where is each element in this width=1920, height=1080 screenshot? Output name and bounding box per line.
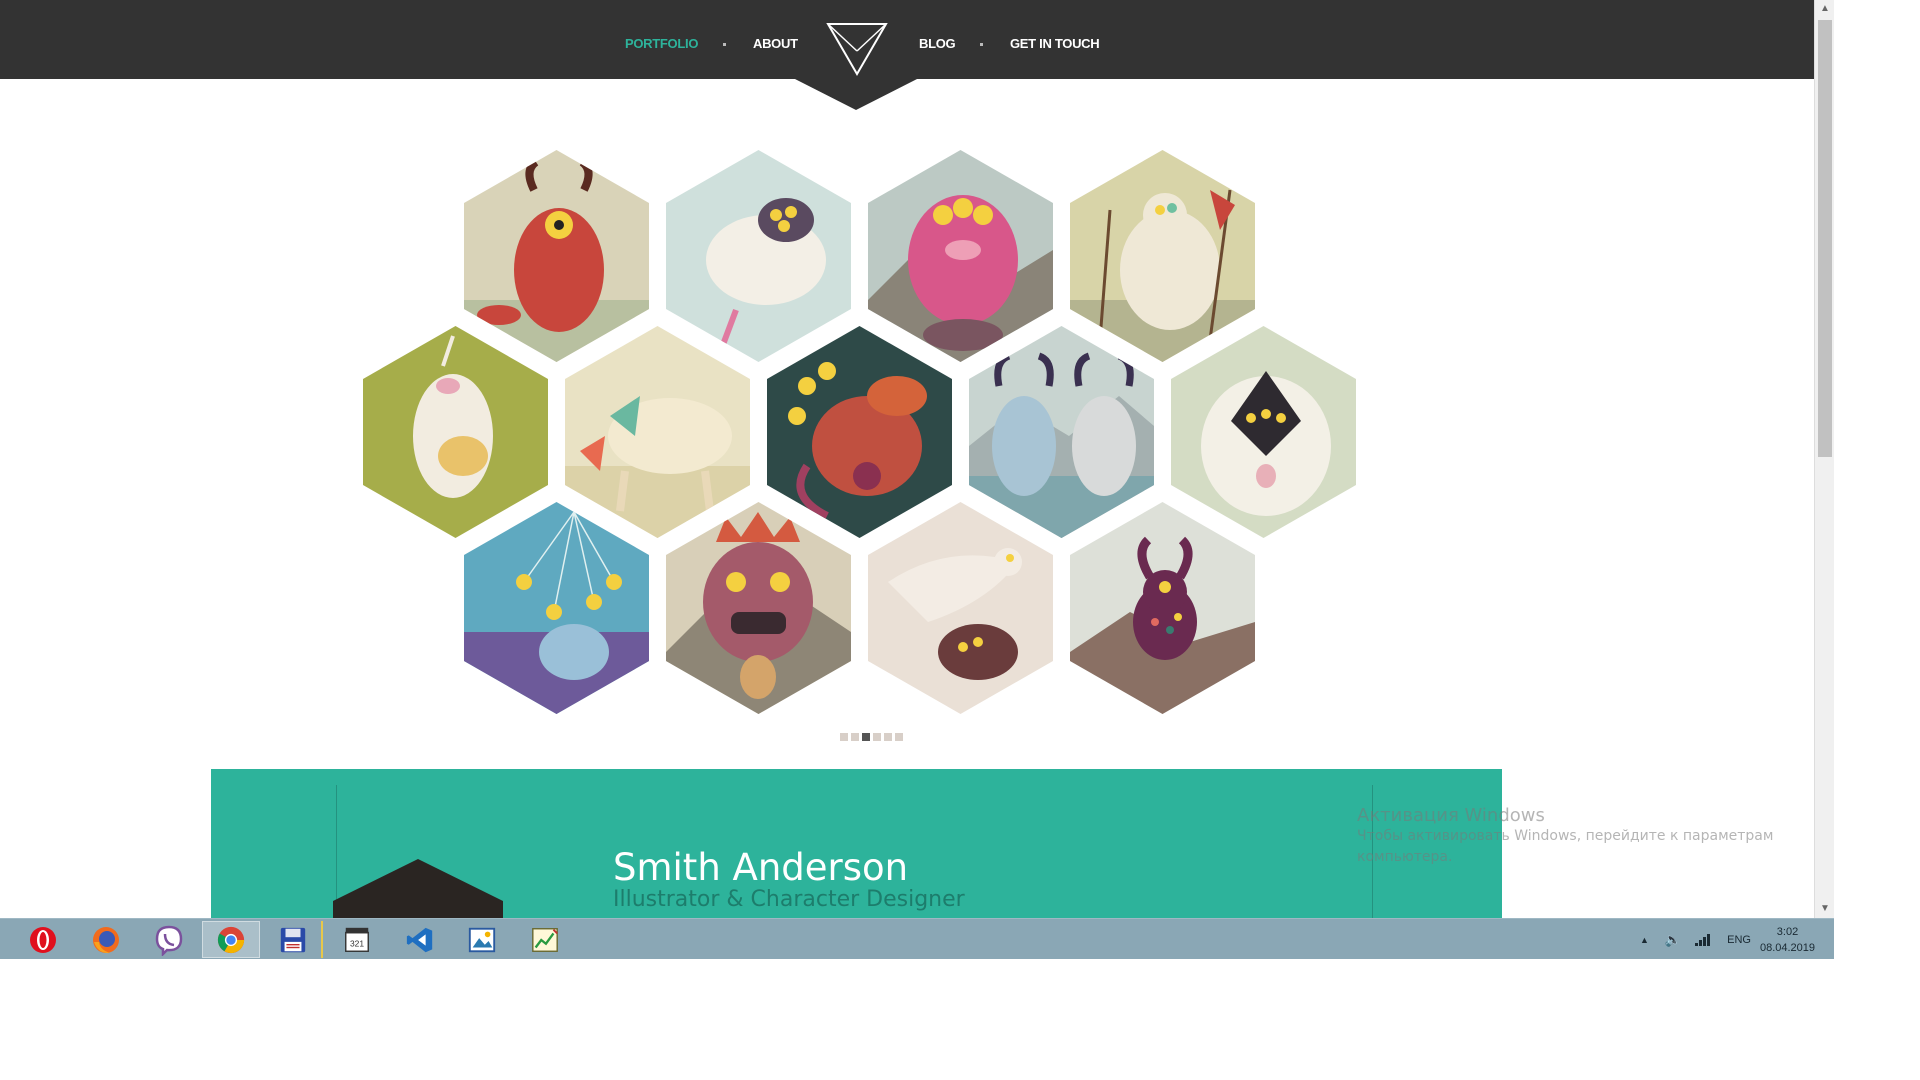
gallery-hex-pink-multi-eyed-monster[interactable] <box>868 150 1053 362</box>
gallery-pagination <box>840 733 903 741</box>
save-disk-icon[interactable] <box>265 921 323 958</box>
screen: PORTFOLIO ABOUT BLOG GET IN TOUCH Smith … <box>0 0 1920 1080</box>
pagination-dot[interactable] <box>840 733 848 741</box>
top-navigation-bar: PORTFOLIO ABOUT BLOG GET IN TOUCH <box>0 0 1814 79</box>
scroll-thumb[interactable] <box>1818 20 1832 457</box>
logo-tab <box>793 78 919 110</box>
gallery-hex-jellyfish-blue[interactable] <box>464 502 649 714</box>
pagination-dot[interactable] <box>851 733 859 741</box>
pagination-dot-active[interactable] <box>862 733 870 741</box>
nav-blog[interactable]: BLOG <box>919 36 956 51</box>
gallery-hex-white-masked-creature[interactable] <box>1070 150 1255 362</box>
taskbar-clock[interactable]: 3:02 08.04.2019 <box>1745 924 1830 956</box>
gallery-hex-sleeping-unicorn-pig[interactable] <box>363 326 548 538</box>
gallery-hex-white-yeti-three-eyes[interactable] <box>1171 326 1356 538</box>
gallery-hex-tribal-mask-monster[interactable] <box>666 502 851 714</box>
clock-time: 3:02 <box>1776 926 1799 938</box>
volume-icon[interactable]: 🔈 <box>1665 932 1681 948</box>
profile-name: Smith Anderson <box>613 846 909 889</box>
pagination-dot[interactable] <box>873 733 881 741</box>
nav-separator-dot <box>980 43 983 46</box>
windows-activation-watermark: Активация Windows Чтобы активировать Win… <box>1357 805 1777 868</box>
network-signal-icon[interactable] <box>1695 933 1711 946</box>
media-player-classic-icon[interactable]: 321 <box>328 921 386 958</box>
gallery-hex-pig-creature-field[interactable] <box>565 326 750 538</box>
windows-taskbar: 321 ▲ 🔈 ENG 3:02 08.04.2019 <box>0 918 1834 959</box>
opera-icon[interactable] <box>14 921 72 958</box>
activation-body: Чтобы активировать Windows, перейдите к … <box>1357 828 1774 865</box>
nav-get-in-touch[interactable]: GET IN TOUCH <box>1010 36 1100 51</box>
vertical-scrollbar[interactable]: ▲ ▼ <box>1814 0 1834 918</box>
pagination-dot[interactable] <box>895 733 903 741</box>
gallery-hex-red-horned-monster[interactable] <box>464 150 649 362</box>
nav-separator-dot <box>723 43 726 46</box>
gallery-hex-octopus-eyes-monster[interactable] <box>767 326 952 538</box>
pagination-dot[interactable] <box>884 733 892 741</box>
divider <box>336 785 337 919</box>
gallery-hex-purple-horned-creature[interactable] <box>1070 502 1255 714</box>
avatar <box>333 859 503 919</box>
gallery-hex-sheep-monster[interactable] <box>666 150 851 362</box>
viber-icon[interactable] <box>140 921 198 958</box>
svg-text:321: 321 <box>350 938 364 948</box>
logo-triangle-icon[interactable] <box>820 16 894 80</box>
profile-section: Smith Anderson Illustrator & Character D… <box>211 769 1502 919</box>
nav-about[interactable]: ABOUT <box>753 36 798 51</box>
clock-date: 08.04.2019 <box>1759 942 1816 954</box>
nav-portfolio[interactable]: PORTFOLIO <box>625 36 698 51</box>
scroll-down-arrow-icon[interactable]: ▼ <box>1815 900 1835 918</box>
firefox-icon[interactable] <box>77 921 135 958</box>
gallery-hex-winged-creature[interactable] <box>868 502 1053 714</box>
system-tray: ▲ 🔈 ENG <box>1640 919 1751 960</box>
scroll-up-arrow-icon[interactable]: ▲ <box>1815 0 1835 18</box>
tray-expand-icon[interactable]: ▲ <box>1640 935 1649 945</box>
activation-title: Активация Windows <box>1357 805 1545 826</box>
photo-viewer-icon[interactable] <box>453 921 511 958</box>
gallery-hex-two-yeti-monsters[interactable] <box>969 326 1154 538</box>
chart-editor-icon[interactable] <box>516 921 574 958</box>
vscode-icon[interactable] <box>391 921 449 958</box>
chrome-icon[interactable] <box>202 921 260 958</box>
profile-role: Illustrator & Character Designer <box>613 887 965 912</box>
